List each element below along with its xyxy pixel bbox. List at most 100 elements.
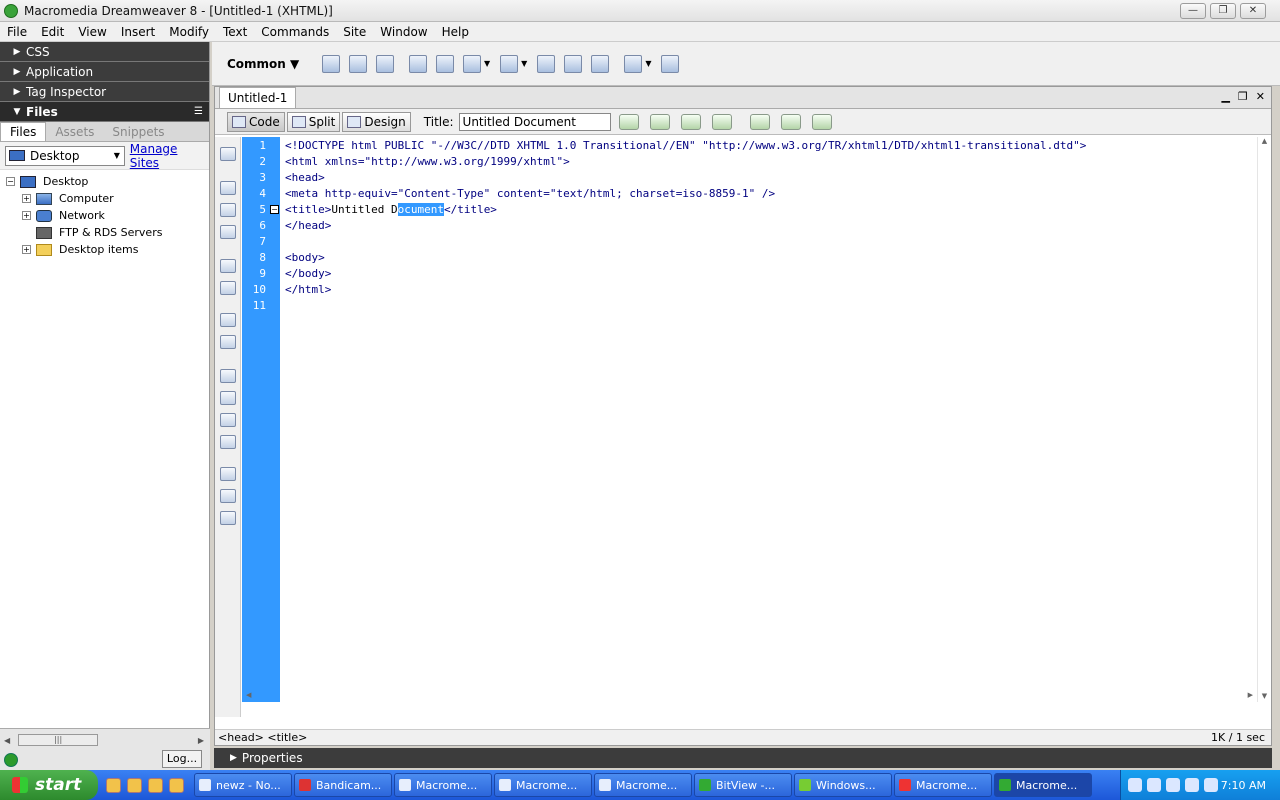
recent-snippets-icon[interactable]: [220, 435, 236, 449]
close-icon[interactable]: ✕: [1256, 90, 1265, 103]
collapse-selection-icon[interactable]: [220, 203, 236, 217]
css-panel-header[interactable]: ▶ CSS: [0, 42, 209, 62]
messenger-icon[interactable]: [148, 777, 163, 793]
start-button[interactable]: start: [0, 770, 98, 800]
taskbar-item[interactable]: Bandicam...: [294, 773, 392, 797]
line-numbers-icon[interactable]: [220, 313, 236, 327]
files-horizontal-scrollbar[interactable]: ◀ ||| ▶: [4, 733, 204, 747]
collapse-full-tag-icon[interactable]: [220, 181, 236, 195]
split-view-button[interactable]: Split: [286, 111, 341, 132]
tree-node-network[interactable]: + Network: [0, 207, 209, 224]
taskbar-item[interactable]: Windows...: [794, 773, 892, 797]
menu-text[interactable]: Text: [216, 25, 254, 39]
refresh-icon[interactable]: [749, 113, 770, 130]
menu-site[interactable]: Site: [336, 25, 373, 39]
tag-chooser-icon[interactable]: [661, 54, 680, 73]
document-title-input[interactable]: Untitled Document: [458, 112, 611, 131]
code-fold-toggle[interactable]: −: [270, 205, 279, 214]
files-panel-header[interactable]: ▼ Files ☰: [0, 102, 209, 122]
templates-icon[interactable]: [624, 54, 643, 73]
code-view-button[interactable]: Code: [227, 111, 285, 132]
properties-panel-header[interactable]: ▶ Properties: [214, 748, 1272, 768]
tab-assets[interactable]: Assets: [46, 123, 103, 141]
menu-file[interactable]: File: [0, 25, 34, 39]
tree-node-desktop[interactable]: − Desktop: [0, 173, 209, 190]
log-button[interactable]: Log...: [162, 750, 202, 768]
flag-icon[interactable]: [1166, 778, 1180, 792]
taskbar-item[interactable]: BitView -...: [694, 773, 792, 797]
visual-aids-icon[interactable]: [811, 113, 832, 130]
menu-commands[interactable]: Commands: [254, 25, 336, 39]
minimize-icon[interactable]: ▁: [1221, 90, 1229, 103]
firefox-icon[interactable]: [169, 777, 184, 793]
taskbar-item[interactable]: Macrome...: [594, 773, 692, 797]
named-anchor-icon[interactable]: [376, 54, 394, 73]
indent-code-icon[interactable]: [220, 467, 236, 481]
minimize-button[interactable]: —: [1180, 3, 1206, 19]
close-button[interactable]: ✕: [1240, 3, 1266, 19]
menu-view[interactable]: View: [71, 25, 113, 39]
expand-toggle[interactable]: +: [22, 211, 31, 220]
image-icon[interactable]: [463, 54, 481, 73]
network-tray-icon[interactable]: [1185, 778, 1199, 792]
highlight-invalid-code-icon[interactable]: [220, 335, 236, 349]
show-desktop-icon[interactable]: [106, 777, 121, 793]
tree-node-desktop-items[interactable]: + Desktop items: [0, 241, 209, 258]
taskbar-item-active[interactable]: Macrome...: [994, 773, 1092, 797]
taskbar-item[interactable]: Macrome...: [894, 773, 992, 797]
panel-options-icon[interactable]: ☰: [194, 106, 203, 117]
menu-edit[interactable]: Edit: [34, 25, 71, 39]
expand-toggle[interactable]: +: [22, 245, 31, 254]
chevron-down-icon[interactable]: ▼: [645, 59, 651, 68]
clock[interactable]: 7:10 AM: [1221, 779, 1266, 792]
tree-node-ftp-rds[interactable]: FTP & RDS Servers: [0, 224, 209, 241]
date-icon[interactable]: [537, 54, 556, 73]
chevron-down-icon[interactable]: ▼: [484, 59, 490, 68]
status-icon[interactable]: [1147, 778, 1161, 792]
media-player-icon[interactable]: [127, 777, 142, 793]
taskbar-item[interactable]: Macrome...: [494, 773, 592, 797]
menu-modify[interactable]: Modify: [162, 25, 216, 39]
server-side-include-icon[interactable]: [564, 54, 583, 73]
validate-markup-icon[interactable]: [618, 113, 639, 130]
scroll-left-arrow-icon[interactable]: ◀: [246, 691, 251, 699]
code-horizontal-scrollbar[interactable]: ◀ ▶: [242, 688, 1257, 702]
chevron-down-icon[interactable]: ▼: [521, 59, 527, 68]
outdent-code-icon[interactable]: [220, 489, 236, 503]
insert-category-menu[interactable]: Common ▼: [227, 57, 322, 71]
comment-icon[interactable]: [591, 54, 610, 73]
taskbar-item[interactable]: Macrome...: [394, 773, 492, 797]
balance-braces-icon[interactable]: [220, 281, 236, 295]
select-parent-tag-icon[interactable]: [220, 259, 236, 273]
scroll-right-arrow-icon[interactable]: ▶: [1248, 691, 1253, 699]
menu-window[interactable]: Window: [373, 25, 434, 39]
scroll-right-arrow-icon[interactable]: ▶: [198, 736, 204, 745]
hyperlink-icon[interactable]: [322, 54, 340, 73]
media-icon[interactable]: [500, 54, 519, 73]
code-vertical-scrollbar[interactable]: ▲ ▼: [1257, 137, 1271, 702]
restore-button[interactable]: ❐: [1210, 3, 1236, 19]
volume-icon[interactable]: [1204, 778, 1218, 792]
tree-node-computer[interactable]: + Computer: [0, 190, 209, 207]
table-icon[interactable]: [409, 54, 427, 73]
tab-snippets[interactable]: Snippets: [103, 123, 173, 141]
format-source-code-icon[interactable]: [220, 511, 236, 525]
search-icon[interactable]: [1128, 778, 1142, 792]
tag-inspector-panel-header[interactable]: ▶ Tag Inspector: [0, 82, 209, 102]
design-view-button[interactable]: Design: [342, 111, 411, 132]
email-link-icon[interactable]: [349, 54, 367, 73]
layer-icon[interactable]: [436, 54, 454, 73]
collapse-toggle[interactable]: −: [6, 177, 15, 186]
apply-comment-icon[interactable]: [220, 369, 236, 383]
file-management-icon[interactable]: [680, 113, 701, 130]
scroll-up-arrow-icon[interactable]: ▲: [1258, 137, 1271, 145]
document-tab[interactable]: Untitled-1: [219, 87, 297, 108]
check-browser-icon[interactable]: [649, 113, 670, 130]
tag-selector[interactable]: <head> <title>: [218, 731, 307, 744]
open-documents-icon[interactable]: [220, 147, 236, 161]
restore-icon[interactable]: ❐: [1238, 90, 1248, 103]
code-view[interactable]: 1 2 3 4 5 − 6 7 8 9 10 11 <!DOCTYPE html…: [215, 137, 1271, 717]
menu-help[interactable]: Help: [435, 25, 476, 39]
application-panel-header[interactable]: ▶ Application: [0, 62, 209, 82]
expand-all-icon[interactable]: [220, 225, 236, 239]
